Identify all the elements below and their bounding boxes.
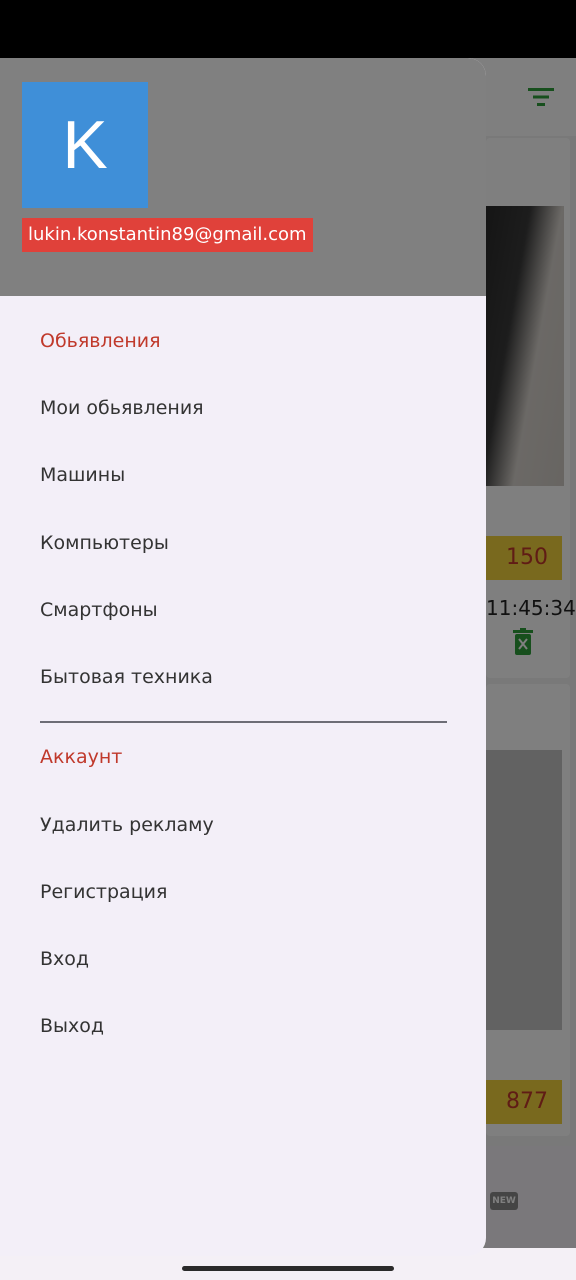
menu-item-appliances[interactable]: Бытовая техника [0, 647, 486, 707]
menu-item-logout[interactable]: Выход [0, 996, 486, 1056]
menu-item-computers[interactable]: Компьютеры [0, 513, 486, 573]
navigation-drawer: K lukin.konstantin89@gmail.com Обьявлени… [0, 58, 486, 1256]
avatar[interactable]: K [22, 82, 148, 208]
menu-item-register[interactable]: Регистрация [0, 862, 486, 922]
menu-item-remove-ads[interactable]: Удалить рекламу [0, 795, 486, 855]
menu-item-login[interactable]: Вход [0, 929, 486, 989]
menu-item-my-ads[interactable]: Мои обьявления [0, 378, 486, 438]
status-bar [0, 0, 576, 58]
home-indicator[interactable] [182, 1266, 394, 1271]
menu-item-cars[interactable]: Машины [0, 445, 486, 505]
account-email: lukin.konstantin89@gmail.com [22, 218, 313, 252]
section-title-ads: Обьявления [40, 330, 161, 352]
drawer-header: K lukin.konstantin89@gmail.com [0, 58, 486, 296]
section-title-account: Аккаунт [40, 746, 123, 768]
menu-divider [40, 721, 447, 723]
menu-item-smartphones[interactable]: Смартфоны [0, 580, 486, 640]
